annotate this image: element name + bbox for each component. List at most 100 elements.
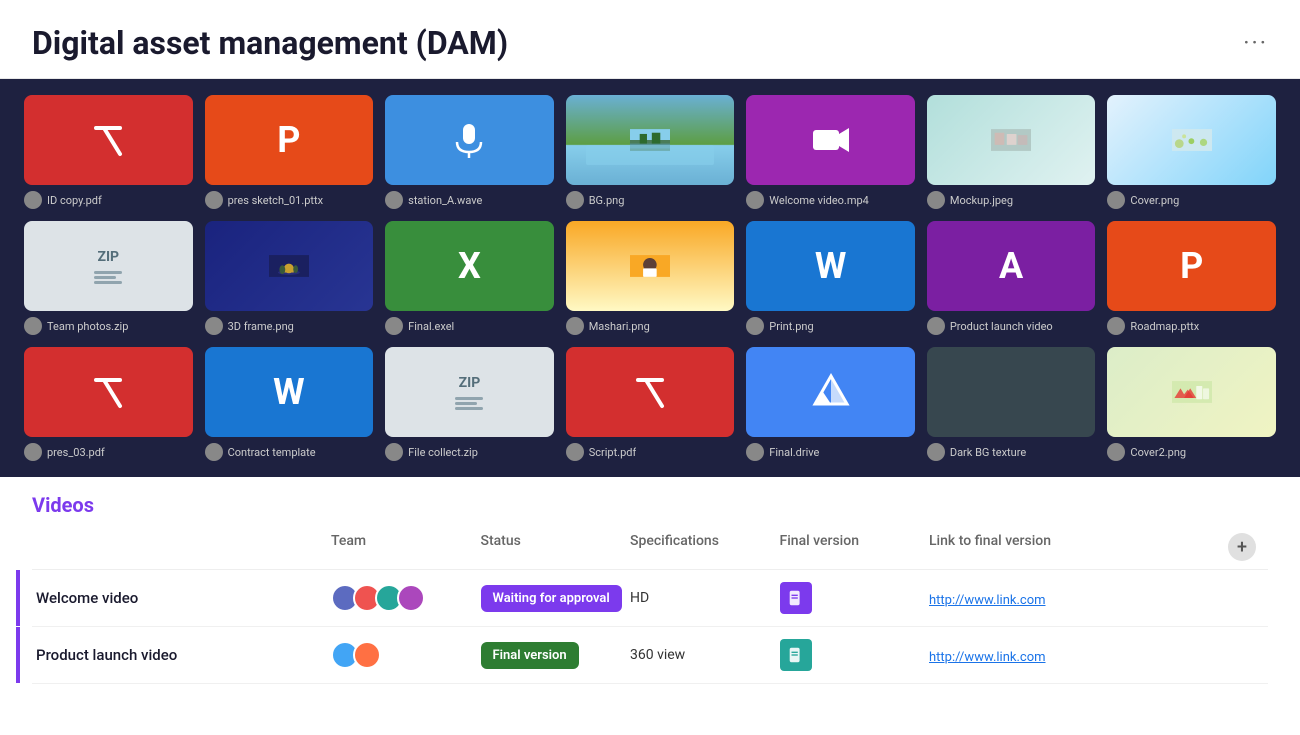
asset-item-file-collect-zip[interactable]: ZIP File collect.zip <box>385 347 554 461</box>
asset-item-3d-frame-png[interactable]: 3D frame.png <box>205 221 374 335</box>
zip-label: ZIP <box>97 249 119 265</box>
asset-thumb-pres-03-pdf[interactable] <box>24 347 193 437</box>
header: Digital asset management (DAM) ··· <box>0 0 1300 79</box>
asset-thumb-pres-sketch[interactable]: P <box>205 95 374 185</box>
asset-item-team-photos-zip[interactable]: ZIP Team photos.zip <box>24 221 193 335</box>
avatar <box>205 191 223 209</box>
zip-label: ZIP <box>459 375 481 391</box>
asset-item-print-png[interactable]: W Print.png <box>746 221 915 335</box>
lake-photo <box>630 120 670 160</box>
table-header: Team Status Specifications Final version… <box>32 529 1268 570</box>
asset-label-print-png: Print.png <box>746 317 915 335</box>
asset-label-mockup-jpeg: Mockup.jpeg <box>927 191 1096 209</box>
pdf-icon <box>88 120 128 160</box>
asset-thumb-dark-bg-texture[interactable] <box>927 347 1096 437</box>
asset-item-mockup-jpeg[interactable]: Mockup.jpeg <box>927 95 1096 209</box>
link-to-final[interactable]: http://www.link.com <box>929 650 1046 665</box>
file-icon[interactable] <box>780 582 812 614</box>
asset-thumb-contract-template[interactable]: W <box>205 347 374 437</box>
status-badge: Waiting for approval <box>481 585 622 612</box>
cover-photo <box>1172 120 1212 160</box>
videos-table: Team Status Specifications Final version… <box>32 529 1268 684</box>
filename: Print.png <box>769 320 813 333</box>
col-final: Final version <box>780 533 930 561</box>
team-avatar <box>353 641 381 669</box>
asset-thumb-final-exel[interactable]: X <box>385 221 554 311</box>
asset-label-cover-png: Cover.png <box>1107 191 1276 209</box>
col-link: Link to final version <box>929 533 1228 561</box>
asset-thumb-script-pdf[interactable] <box>566 347 735 437</box>
avatar <box>746 317 764 335</box>
excel-icon: X <box>458 245 481 287</box>
asset-thumb-bg-png[interactable] <box>566 95 735 185</box>
col-team: Team <box>331 533 481 561</box>
filename: BG.png <box>589 194 625 207</box>
filename: 3D frame.png <box>228 320 294 333</box>
asset-item-script-pdf[interactable]: Script.pdf <box>566 347 735 461</box>
row-title: Product launch video <box>32 646 331 664</box>
asset-item-cover-png[interactable]: Cover.png <box>1107 95 1276 209</box>
asset-label-script-pdf: Script.pdf <box>566 443 735 461</box>
asset-item-roadmap-pttx[interactable]: P Roadmap.pttx <box>1107 221 1276 335</box>
asset-label-team-photos-zip: Team photos.zip <box>24 317 193 335</box>
section-title: Videos <box>32 493 1268 517</box>
asset-item-product-launch[interactable]: A Product launch video <box>927 221 1096 335</box>
asset-thumb-id-copy-pdf[interactable] <box>24 95 193 185</box>
asset-item-pres-sketch[interactable]: Ppres sketch_01.pttx <box>205 95 374 209</box>
file-icon[interactable] <box>780 639 812 671</box>
asset-item-welcome-video[interactable]: Welcome video.mp4 <box>746 95 915 209</box>
filename: Cover2.png <box>1130 446 1186 459</box>
table-rows: Welcome videoWaiting for approvalHDhttp:… <box>32 570 1268 684</box>
avatar <box>927 443 945 461</box>
asset-item-final-drive[interactable]: Final.drive <box>746 347 915 461</box>
filename: Roadmap.pttx <box>1130 320 1199 333</box>
page-title: Digital asset management (DAM) <box>32 24 508 62</box>
asset-thumb-station-a[interactable] <box>385 95 554 185</box>
pdf-icon <box>88 372 128 412</box>
row-status: Final version <box>481 642 631 669</box>
filename: Product launch video <box>950 320 1053 333</box>
pdf-icon <box>630 372 670 412</box>
filename: station_A.wave <box>408 194 482 207</box>
asset-item-mashari-png[interactable]: Mashari.png <box>566 221 735 335</box>
filename: Mashari.png <box>589 320 650 333</box>
asset-thumb-final-drive[interactable] <box>746 347 915 437</box>
menu-button[interactable]: ··· <box>1243 29 1268 57</box>
asset-label-dark-bg-texture: Dark BG texture <box>927 443 1096 461</box>
filename: Team photos.zip <box>47 320 128 333</box>
asset-label-pres-sketch: pres sketch_01.pttx <box>205 191 374 209</box>
asset-thumb-mashari-png[interactable] <box>566 221 735 311</box>
word-icon: W <box>273 371 305 413</box>
asset-thumb-product-launch[interactable]: A <box>927 221 1096 311</box>
asset-item-contract-template[interactable]: WContract template <box>205 347 374 461</box>
add-row-button[interactable]: + <box>1228 533 1256 561</box>
asset-label-mashari-png: Mashari.png <box>566 317 735 335</box>
asset-thumb-cover2-png[interactable] <box>1107 347 1276 437</box>
table-row: Welcome videoWaiting for approvalHDhttp:… <box>32 570 1268 627</box>
row-spec: 360 view <box>630 647 780 663</box>
asset-thumb-team-photos-zip[interactable]: ZIP <box>24 221 193 311</box>
asset-label-bg-png: BG.png <box>566 191 735 209</box>
asset-thumb-roadmap-pttx[interactable]: P <box>1107 221 1276 311</box>
asset-label-pres-03-pdf: pres_03.pdf <box>24 443 193 461</box>
asset-thumb-cover-png[interactable] <box>1107 95 1276 185</box>
avatar <box>566 443 584 461</box>
asset-item-station-a[interactable]: station_A.wave <box>385 95 554 209</box>
asset-thumb-mockup-jpeg[interactable] <box>927 95 1096 185</box>
row-spec: HD <box>630 590 780 606</box>
asset-item-cover2-png[interactable]: Cover2.png <box>1107 347 1276 461</box>
avatar <box>385 443 403 461</box>
filename: Final.exel <box>408 320 454 333</box>
asset-thumb-file-collect-zip[interactable]: ZIP <box>385 347 554 437</box>
link-to-final[interactable]: http://www.link.com <box>929 593 1046 608</box>
asset-item-id-copy-pdf[interactable]: ID copy.pdf <box>24 95 193 209</box>
asset-item-dark-bg-texture[interactable]: Dark BG texture <box>927 347 1096 461</box>
asset-item-final-exel[interactable]: X Final.exel <box>385 221 554 335</box>
asset-thumb-print-png[interactable]: W <box>746 221 915 311</box>
row-team <box>331 641 481 669</box>
asset-item-pres-03-pdf[interactable]: pres_03.pdf <box>24 347 193 461</box>
word-icon: W <box>815 245 847 287</box>
asset-thumb-3d-frame-png[interactable] <box>205 221 374 311</box>
asset-item-bg-png[interactable]: BG.png <box>566 95 735 209</box>
asset-thumb-welcome-video[interactable] <box>746 95 915 185</box>
